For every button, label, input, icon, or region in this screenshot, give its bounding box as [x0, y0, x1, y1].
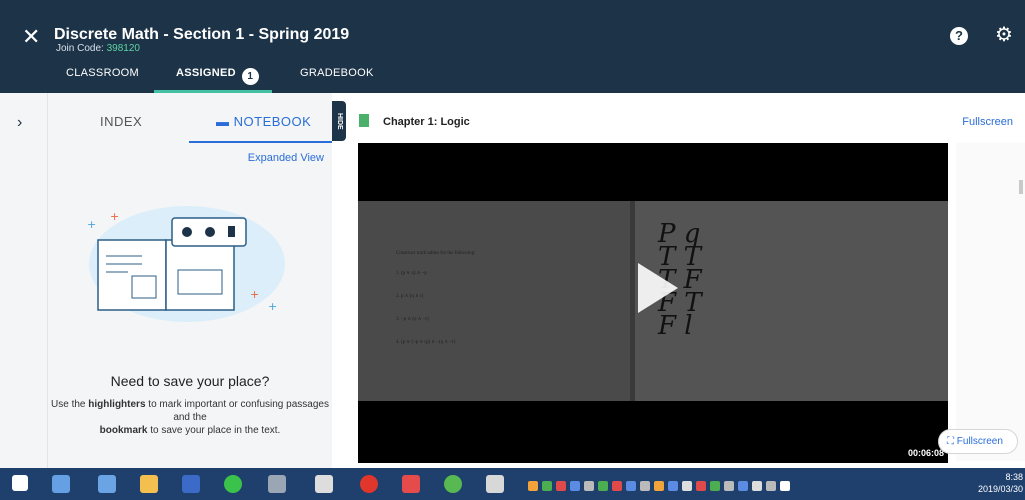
clock-time: 8:38 — [1005, 472, 1023, 482]
close-icon[interactable]: ✕ — [22, 26, 40, 48]
board-item: 1. (p ∨ q) ∧ ~p — [396, 271, 427, 276]
tab-classroom[interactable]: CLASSROOM — [66, 67, 139, 79]
document-icon — [359, 114, 369, 127]
board-heading: Construct truth tables for the following… — [396, 251, 476, 256]
fullscreen-link[interactable]: Fullscreen — [962, 116, 1013, 128]
expanded-view-link[interactable]: Expanded View — [248, 152, 324, 164]
empty-state-body: Use the highlighters to mark important o… — [48, 398, 332, 437]
play-icon[interactable] — [638, 263, 678, 313]
chrome-icon[interactable] — [360, 475, 378, 493]
wechat-icon[interactable] — [444, 475, 462, 493]
empty-state-message: Need to save your place? Use the highlig… — [48, 373, 332, 437]
bookmark-term: bookmark — [99, 425, 148, 436]
app2-icon[interactable] — [402, 475, 420, 493]
line-icon[interactable] — [224, 475, 242, 493]
chevron-right-icon[interactable]: › — [17, 114, 22, 132]
vscode-icon[interactable] — [182, 475, 200, 493]
svg-text:+: + — [268, 300, 277, 313]
notebook-panel: INDEX ▬ NOTEBOOK Expanded View + + + + N… — [48, 93, 332, 468]
notebook-tab-indicator — [189, 141, 332, 143]
join-code-value: 398120 — [106, 43, 140, 54]
app3-icon[interactable] — [486, 475, 504, 493]
fullscreen-icon: ⛶ — [947, 436, 957, 447]
course-title: Discrete Math - Section 1 - Spring 2019 — [54, 26, 350, 43]
join-code-label: Join Code: — [56, 43, 107, 54]
empty-text-1: Use the — [51, 399, 89, 410]
visual-studio-icon[interactable] — [52, 475, 70, 493]
assigned-count-badge: 1 — [241, 68, 259, 85]
left-gutter — [0, 93, 48, 468]
gear-icon[interactable]: ⚙ — [995, 25, 1013, 45]
scrollbar-track[interactable] — [956, 143, 1025, 461]
hand-row: F l — [658, 311, 693, 341]
empty-state-title: Need to save your place? — [110, 373, 270, 389]
video-player[interactable]: Construct truth tables for the following… — [358, 143, 948, 463]
fullscreen-button[interactable]: ⛶ Fullscreen — [938, 429, 1018, 454]
fullscreen-button-label: Fullscreen — [956, 436, 1003, 447]
app-window: ✕ Discrete Math - Section 1 - Spring 201… — [0, 0, 1025, 500]
tab-gradebook[interactable]: GRADEBOOK — [300, 67, 374, 79]
chapter-title: Chapter 1: Logic — [383, 116, 470, 128]
tab-assigned-label: ASSIGNED — [176, 67, 236, 79]
system-tray[interactable] — [528, 478, 948, 491]
empty-text-3: to save your place in the text. — [147, 425, 281, 436]
taskbar-clock[interactable]: 8:38 2019/03/30 — [967, 471, 1023, 495]
tab-notebook[interactable]: ▬ NOTEBOOK — [216, 114, 311, 129]
highlighters-term: highlighters — [88, 399, 146, 410]
notebook-illustration: + + + + — [87, 206, 285, 322]
board-item: 3. ~p ∧ (q ∧ ~r) — [396, 317, 429, 322]
video-timestamp: 00:06:08 — [907, 448, 944, 458]
tab-assigned[interactable]: ASSIGNED 1 — [176, 67, 259, 85]
folder-icon[interactable] — [140, 475, 158, 493]
clock-date: 2019/03/30 — [977, 484, 1023, 494]
windows-start-icon[interactable] — [12, 475, 28, 491]
board-item: 2. p ∧ (q ∧ r) — [396, 294, 424, 299]
notebook-icon: ▬ — [216, 114, 234, 129]
scrollbar-thumb[interactable] — [1019, 180, 1023, 194]
paint-icon[interactable] — [315, 475, 333, 493]
svg-text:+: + — [87, 218, 96, 231]
app-icon[interactable] — [268, 475, 286, 493]
empty-text-2: to mark important or confusing passages … — [145, 399, 329, 423]
board-item: 4. (p ∨ (~p ∨ q)) ∧ ~(q ∧ ~r) — [396, 340, 456, 345]
svg-text:+: + — [250, 288, 259, 301]
windows-taskbar: 8:38 2019/03/30 — [0, 468, 1025, 500]
svg-text:+: + — [110, 210, 119, 223]
hide-panel-button[interactable]: HIDE — [332, 101, 346, 141]
top-navigation-bar: ✕ Discrete Math - Section 1 - Spring 201… — [0, 0, 1025, 93]
tab-index[interactable]: INDEX — [100, 114, 142, 129]
explorer-icon[interactable] — [98, 475, 116, 493]
reader-content: Chapter 1: Logic Fullscreen Construct tr… — [346, 93, 1025, 468]
help-icon[interactable]: ? — [950, 27, 968, 45]
tab-notebook-label: NOTEBOOK — [233, 114, 312, 129]
join-code-line: Join Code: 398120 — [56, 43, 140, 54]
